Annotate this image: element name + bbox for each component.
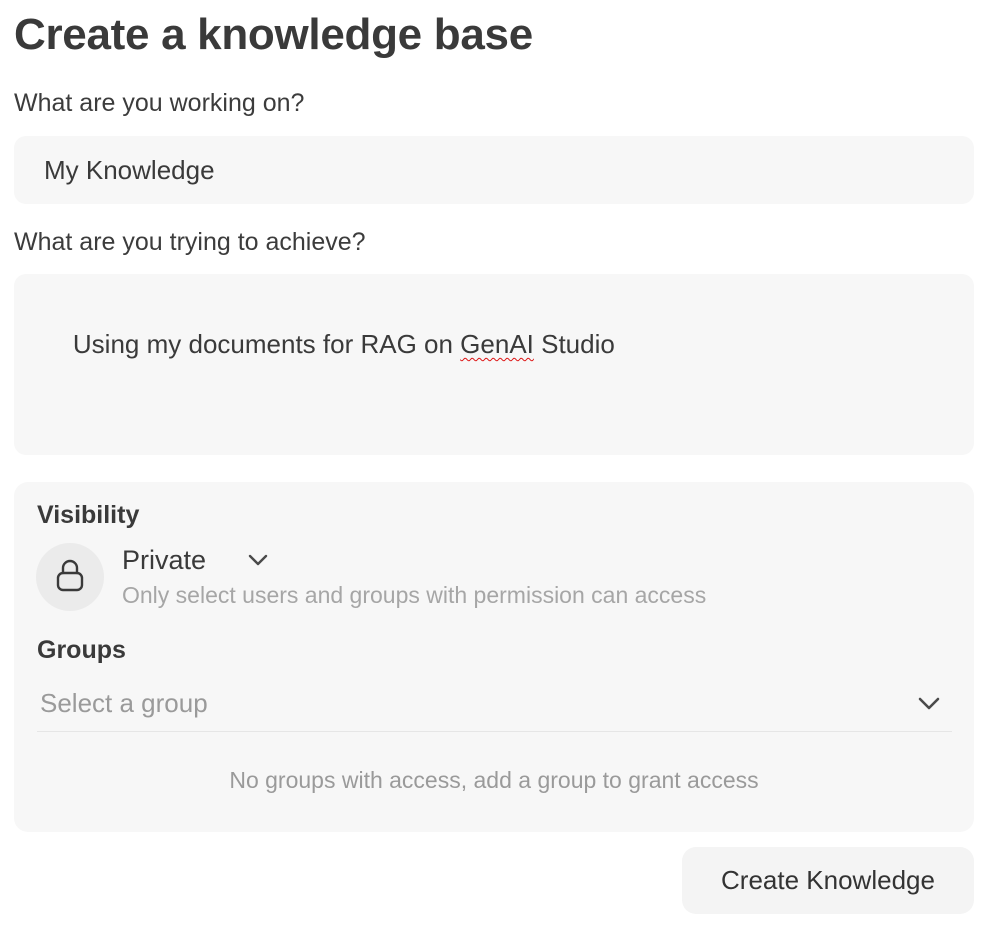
spellcheck-flagged-word: GenAI	[460, 329, 534, 359]
page-title: Create a knowledge base	[14, 10, 533, 59]
description-text-start: Using my documents for RAG on	[72, 329, 461, 359]
create-knowledge-button[interactable]: Create Knowledge	[682, 847, 974, 914]
name-field-label: What are you working on?	[14, 89, 305, 117]
access-control-panel: Visibility Private Only select users and…	[14, 482, 974, 832]
visibility-description: Only select users and groups with permis…	[122, 582, 707, 608]
knowledge-name-input[interactable]	[14, 136, 974, 204]
description-field-label: What are you trying to achieve?	[14, 228, 366, 256]
chevron-down-icon	[918, 697, 940, 710]
group-select-placeholder: Select a group	[40, 687, 208, 718]
visibility-value: Private	[122, 545, 207, 575]
chevron-down-icon	[248, 554, 268, 566]
knowledge-description-textarea[interactable]: Using my documents for RAG on GenAI Stud…	[14, 274, 974, 455]
groups-title: Groups	[37, 636, 126, 664]
group-select-dropdown[interactable]: Select a group	[37, 675, 952, 732]
visibility-icon-badge	[36, 543, 104, 611]
visibility-dropdown[interactable]: Private	[122, 542, 268, 578]
description-text: Using my documents for RAG on GenAI Stud…	[73, 329, 615, 359]
description-text-end: Studio	[533, 329, 615, 359]
groups-empty-message: No groups with access, add a group to gr…	[229, 767, 759, 793]
lock-icon	[55, 557, 85, 598]
create-knowledge-page: Create a knowledge base What are you wor…	[0, 0, 1003, 943]
visibility-title: Visibility	[37, 501, 140, 529]
